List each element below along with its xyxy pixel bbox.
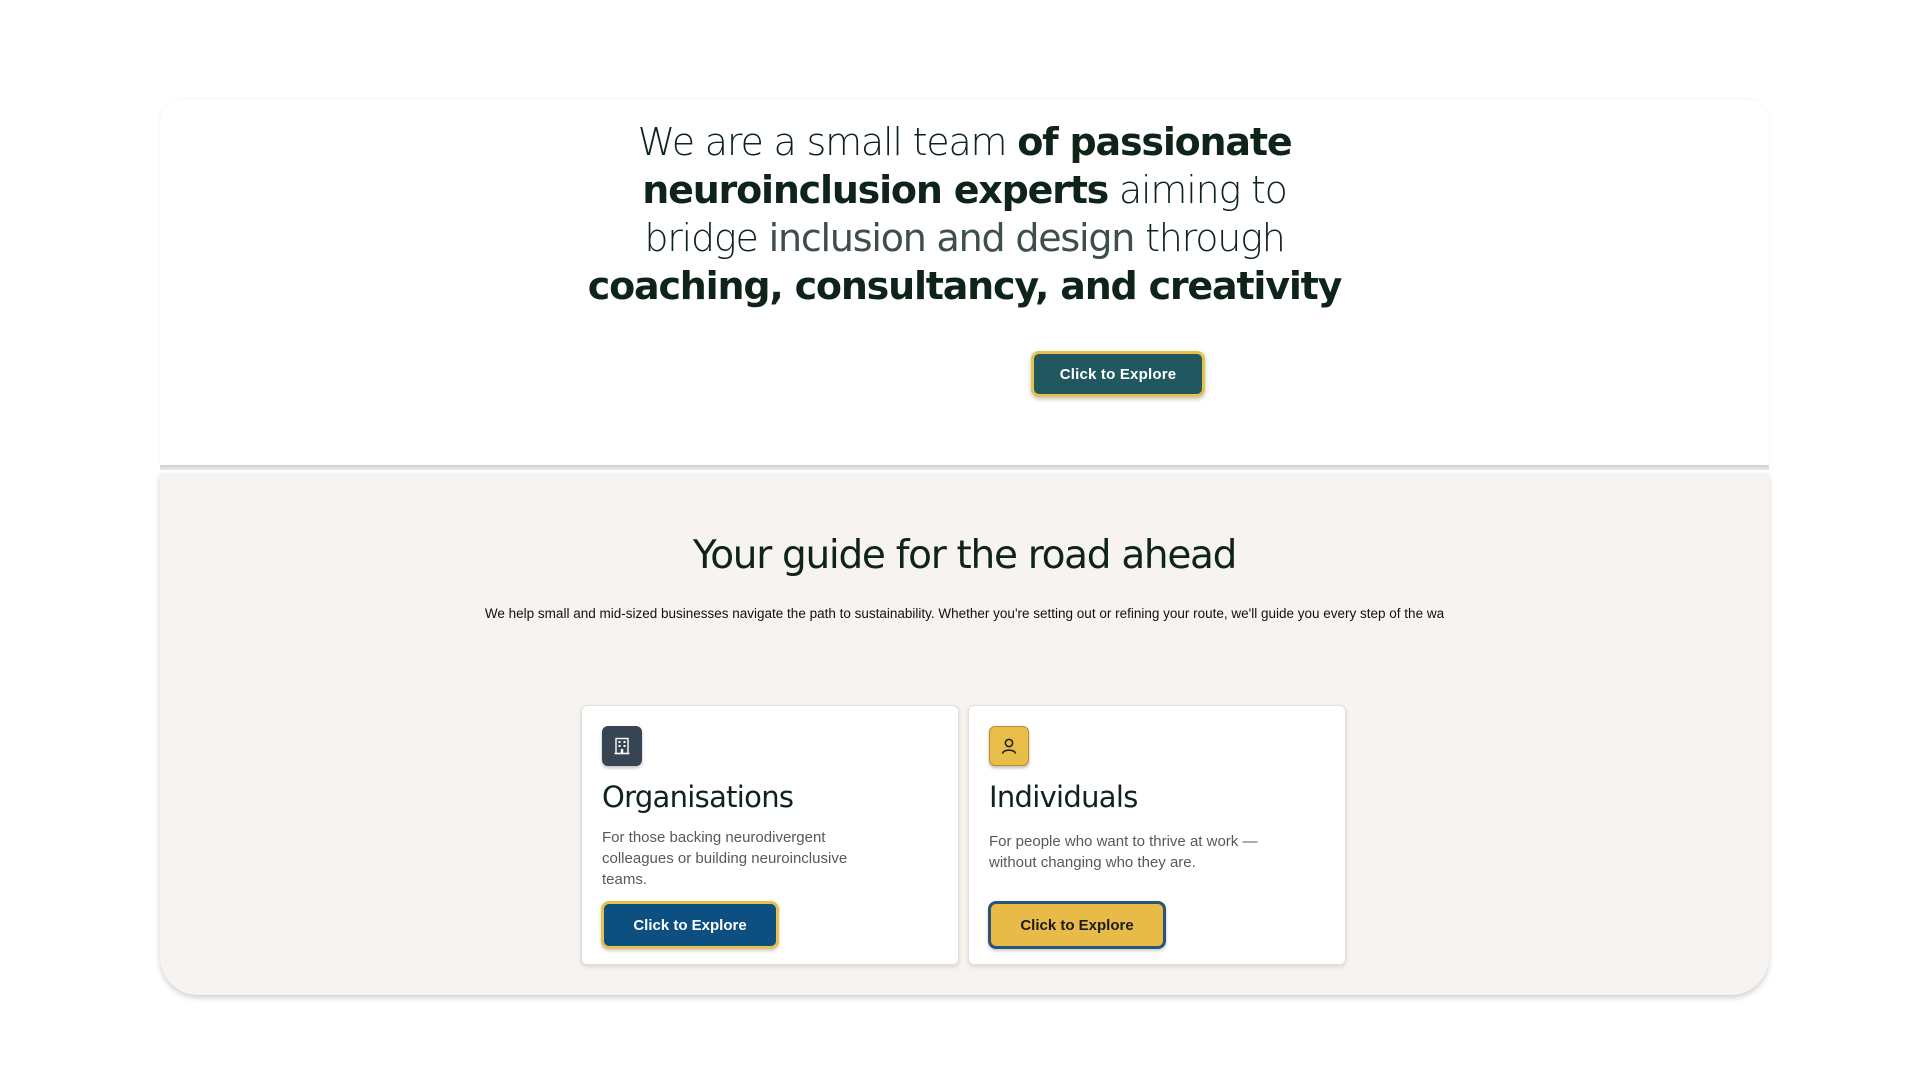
card-description: For those backing neurodivergent colleag… (602, 829, 848, 888)
user-icon (989, 726, 1029, 766)
organisations-card: Organisations For those backing neurodiv… (581, 705, 959, 965)
individuals-explore-button[interactable]: Click to Explore (988, 901, 1166, 949)
guide-subtitle: We help small and mid-sized businesses n… (484, 606, 1445, 621)
hero-heading-part: We are a small team (637, 120, 1018, 164)
hero-heading-part: through (1134, 216, 1286, 260)
card-description: For people who want to thrive at work — … (989, 833, 1258, 871)
organisations-explore-button[interactable]: Click to Explore (601, 901, 779, 949)
hero-heading-accent: inclusion and design (768, 216, 1136, 260)
page: We are a small team of passionate neuroi… (0, 0, 1920, 1080)
hero-explore-button[interactable]: Click to Explore (1031, 351, 1205, 397)
section-divider (160, 465, 1769, 470)
hero-heading-emphasis: coaching, consultancy, and creativity (587, 264, 1343, 308)
card-title: Organisations (602, 780, 794, 814)
hero-heading: We are a small team of passionate neuroi… (585, 118, 1345, 310)
building-icon (602, 726, 642, 766)
hero-heading-part: of (1017, 120, 1070, 164)
guide-title: Your guide for the road ahead (692, 533, 1237, 578)
individuals-card: Individuals For people who want to thriv… (968, 705, 1346, 965)
card-title: Individuals (989, 780, 1138, 814)
hero-section: We are a small team of passionate neuroi… (160, 100, 1769, 466)
guide-section: Your guide for the road ahead We help sm… (160, 473, 1769, 995)
